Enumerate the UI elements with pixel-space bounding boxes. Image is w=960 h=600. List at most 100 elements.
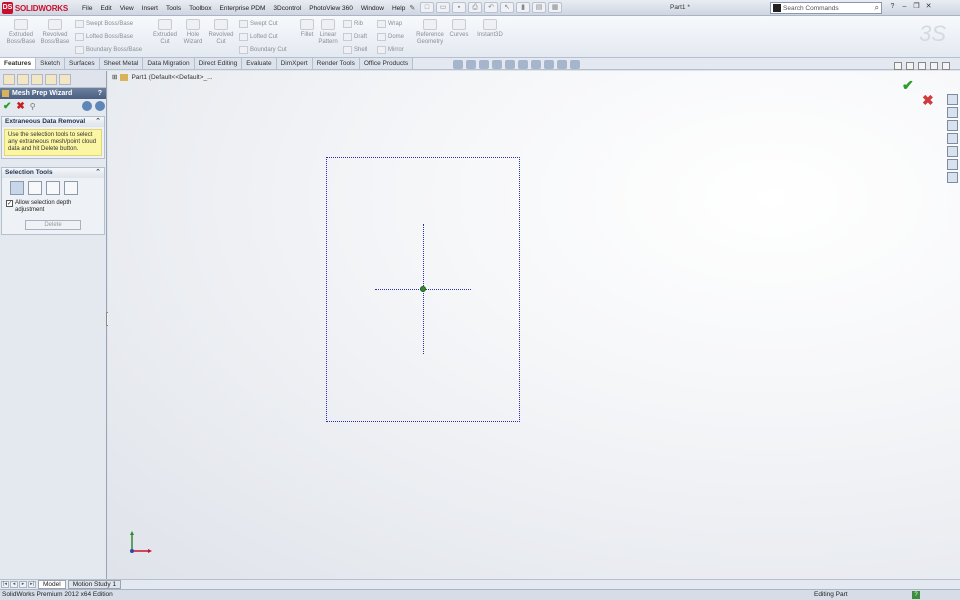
view-palette-icon[interactable]: [947, 133, 958, 144]
edit-appearance-icon[interactable]: [544, 60, 554, 69]
viewport-close-icon[interactable]: [942, 62, 950, 70]
search-input[interactable]: Search Commands: [783, 5, 875, 12]
display-manager-icon[interactable]: [59, 74, 71, 85]
tab-sketch[interactable]: Sketch: [36, 58, 65, 69]
menu-insert[interactable]: Insert: [138, 5, 162, 12]
design-library-icon[interactable]: [947, 107, 958, 118]
revolved-cut-button[interactable]: Revolved Cut: [204, 19, 238, 46]
tab-dimxpert[interactable]: DimXpert: [276, 58, 313, 69]
next-icon[interactable]: [95, 101, 105, 111]
wrap-button[interactable]: Wrap: [377, 20, 402, 28]
undo-icon[interactable]: ↶: [484, 2, 498, 13]
dimxpert-manager-icon[interactable]: [45, 74, 57, 85]
delete-button[interactable]: Delete: [25, 220, 81, 230]
origin-point[interactable]: [420, 286, 426, 292]
menu-enterprise-pdm[interactable]: Enterprise PDM: [216, 5, 270, 12]
menu-view[interactable]: View: [116, 5, 138, 12]
file-properties-icon[interactable]: ▤: [532, 2, 546, 13]
lasso-select-icon[interactable]: [28, 181, 42, 195]
tab-features[interactable]: Features: [0, 58, 37, 69]
menu-photoview[interactable]: PhotoView 360: [305, 5, 357, 12]
tab-motion-study[interactable]: Motion Study 1: [67, 580, 122, 589]
draft-button[interactable]: Draft: [343, 33, 367, 41]
minimize-icon[interactable]: –: [900, 2, 909, 12]
tab-sheet-metal[interactable]: Sheet Metal: [99, 58, 144, 69]
search-icon[interactable]: ⌕: [875, 3, 881, 13]
confirm-corner-cancel-icon[interactable]: ✖: [922, 92, 934, 109]
pin-menu-icon[interactable]: ✎: [409, 4, 417, 12]
pm-help-icon[interactable]: ?: [98, 88, 102, 99]
hide-show-items-icon[interactable]: [531, 60, 541, 69]
paint-select-icon[interactable]: [64, 181, 78, 195]
lofted-cut-button[interactable]: Lofted Cut: [239, 33, 278, 41]
viewport-restore-icon[interactable]: [930, 62, 938, 70]
menu-3dcontrol[interactable]: 3Dcontrol: [269, 5, 305, 12]
dome-button[interactable]: Dome: [377, 33, 404, 41]
lofted-boss-button[interactable]: Lofted Boss/Base: [75, 33, 133, 41]
collapse-chevron-icon[interactable]: ⌃: [95, 168, 101, 178]
flyout-feature-tree[interactable]: ⊞ Part1 (Default<<Default>_...: [112, 73, 213, 81]
depth-adjustment-checkbox[interactable]: ✓: [6, 200, 13, 207]
box-select-icon[interactable]: [10, 181, 24, 195]
ok-icon[interactable]: ✔: [3, 101, 11, 112]
swept-boss-button[interactable]: Swept Boss/Base: [75, 20, 133, 28]
close-icon[interactable]: ✕: [924, 2, 933, 12]
mirror-button[interactable]: Mirror: [377, 46, 404, 54]
tab-render-tools[interactable]: Render Tools: [312, 58, 360, 69]
zoom-area-icon[interactable]: [466, 60, 476, 69]
last-tab-icon[interactable]: ▸|: [28, 581, 36, 588]
display-style-icon[interactable]: [518, 60, 528, 69]
menu-window[interactable]: Window: [357, 5, 388, 12]
tab-model[interactable]: Model: [38, 580, 66, 589]
polygon-select-icon[interactable]: [46, 181, 60, 195]
extruded-cut-button[interactable]: Extruded Cut: [148, 19, 182, 46]
feature-tree-icon[interactable]: [3, 74, 15, 85]
group-header[interactable]: Selection Tools ⌃: [2, 168, 104, 178]
view-settings-icon[interactable]: [570, 60, 580, 69]
revolved-boss-button[interactable]: Revolved Boss/Base: [38, 19, 72, 46]
forum-icon[interactable]: [947, 172, 958, 183]
swept-cut-button[interactable]: Swept Cut: [239, 20, 278, 28]
menu-edit[interactable]: Edit: [96, 5, 115, 12]
help-icon[interactable]: ?: [888, 2, 897, 12]
graphics-area[interactable]: ⊞ Part1 (Default<<Default>_... ✔ ✖: [108, 62, 960, 579]
menu-toolbox[interactable]: Toolbox: [185, 5, 215, 12]
rib-button[interactable]: Rib: [343, 20, 363, 28]
reference-geometry-button[interactable]: Reference Geometry: [414, 19, 446, 46]
shell-button[interactable]: Shell: [343, 46, 367, 54]
property-manager-icon[interactable]: [17, 74, 29, 85]
pushpin-icon[interactable]: ⚲: [30, 102, 36, 111]
section-view-icon[interactable]: [492, 60, 502, 69]
rebuild-icon[interactable]: ▮: [516, 2, 530, 13]
group-header[interactable]: Extraneous Data Removal ⌃: [2, 117, 104, 127]
tab-data-migration[interactable]: Data Migration: [143, 58, 195, 69]
select-icon[interactable]: ↖: [500, 2, 514, 13]
tab-direct-editing[interactable]: Direct Editing: [194, 58, 243, 69]
instant3d-button[interactable]: Instant3D: [475, 19, 505, 39]
open-icon[interactable]: ▭: [436, 2, 450, 13]
next-tab-icon[interactable]: ▸: [19, 581, 27, 588]
file-explorer-icon[interactable]: [947, 120, 958, 131]
menu-help[interactable]: Help: [388, 5, 409, 12]
extruded-boss-button[interactable]: Extruded Boss/Base: [4, 19, 38, 46]
custom-properties-icon[interactable]: [947, 159, 958, 170]
print-icon[interactable]: ⎙: [468, 2, 482, 13]
solidworks-resources-icon[interactable]: [947, 94, 958, 105]
configuration-manager-icon[interactable]: [31, 74, 43, 85]
view-orientation-icon[interactable]: [505, 60, 515, 69]
back-icon[interactable]: [82, 101, 92, 111]
save-icon[interactable]: ▪: [452, 2, 466, 13]
zoom-to-fit-icon[interactable]: [453, 60, 463, 69]
solidworks-logo[interactable]: DS SOLIDWORKS: [2, 1, 68, 15]
confirm-corner-ok-icon[interactable]: ✔: [902, 77, 914, 94]
search-box[interactable]: Search Commands ⌕: [770, 2, 882, 14]
menu-file[interactable]: File: [78, 5, 96, 12]
options-icon[interactable]: ▦: [548, 2, 562, 13]
new-icon[interactable]: □: [420, 2, 434, 13]
apply-scene-icon[interactable]: [557, 60, 567, 69]
tab-office-products[interactable]: Office Products: [359, 58, 414, 69]
viewport-minimize-icon[interactable]: [894, 62, 902, 70]
fillet-button[interactable]: Fillet: [297, 19, 317, 39]
boundary-cut-button[interactable]: Boundary Cut: [239, 46, 287, 54]
tab-evaluate[interactable]: Evaluate: [242, 58, 277, 69]
